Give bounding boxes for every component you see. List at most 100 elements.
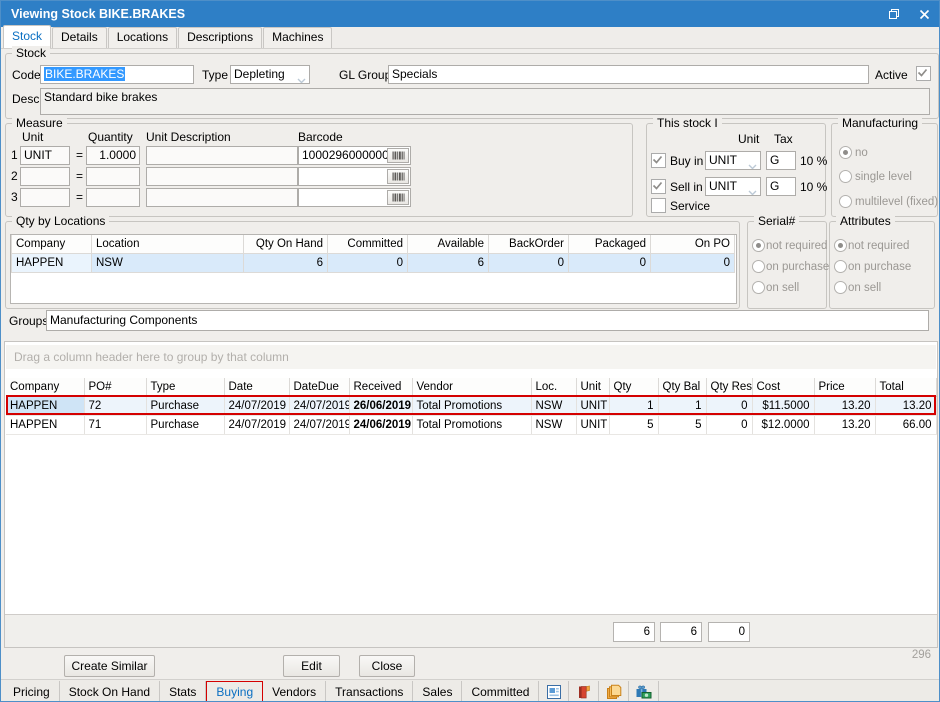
cell-qty[interactable]: 1 (609, 397, 658, 416)
cell-date[interactable]: 24/07/2019 (224, 416, 289, 435)
sell-tax-field[interactable]: G (766, 177, 796, 196)
cell-unit[interactable]: UNIT (576, 397, 609, 416)
cell-qty-bal[interactable]: 5 (658, 416, 706, 435)
cell-qty-res[interactable]: 0 (706, 416, 752, 435)
measure-unit-field-1[interactable]: UNIT (20, 146, 70, 165)
col-backorder[interactable]: BackOrder (489, 235, 569, 254)
type-dropdown[interactable]: Depleting (230, 65, 310, 84)
sell-in-checkbox[interactable] (651, 179, 666, 194)
col-vendor[interactable]: Vendor (412, 378, 531, 397)
groups-field[interactable]: Manufacturing Components (46, 310, 929, 331)
code-field[interactable]: BIKE.BRAKES (40, 65, 194, 84)
measure-qty-field-2[interactable] (86, 167, 140, 186)
cell-po[interactable]: 71 (84, 416, 146, 435)
manufacturing-radio-no[interactable] (839, 146, 852, 159)
cell-datedue[interactable]: 24/07/2019 (289, 416, 349, 435)
col-qty-on-hand[interactable]: Qty On Hand (244, 235, 328, 254)
tab-vendors[interactable]: Vendors (263, 681, 326, 702)
attributes-radio-on-purchase[interactable] (834, 260, 847, 273)
cell-on-po[interactable]: 0 (651, 254, 735, 273)
cell-type[interactable]: Purchase (146, 397, 224, 416)
cell-vendor[interactable]: Total Promotions (412, 416, 531, 435)
measure-unit-field-2[interactable] (20, 167, 70, 186)
cell-received[interactable]: 26/06/2019 (349, 397, 412, 416)
col-company[interactable]: Company (12, 235, 92, 254)
special-price-tab-button[interactable] (629, 681, 659, 702)
restore-button[interactable] (879, 1, 909, 27)
cell-qty[interactable]: 5 (609, 416, 658, 435)
cell-committed[interactable]: 0 (328, 254, 408, 273)
sell-unit-dropdown[interactable]: UNIT (705, 177, 761, 196)
close-button[interactable] (909, 1, 939, 27)
cell-location[interactable]: NSW (92, 254, 244, 273)
col-datedue[interactable]: DateDue (289, 378, 349, 397)
tab-details[interactable]: Details (52, 27, 107, 48)
barcode-button-1[interactable] (387, 148, 409, 163)
col-on-po[interactable]: On PO (651, 235, 735, 254)
col-price[interactable]: Price (814, 378, 875, 397)
col-packaged[interactable]: Packaged (569, 235, 651, 254)
col-unit[interactable]: Unit (576, 378, 609, 397)
measure-barcode-field-3[interactable] (298, 188, 411, 207)
desc-field[interactable]: Standard bike brakes (40, 88, 930, 115)
col-total[interactable]: Total (875, 378, 936, 397)
col-qty-res[interactable]: Qty Res (706, 378, 752, 397)
cell-loc[interactable]: NSW (531, 416, 576, 435)
col-company[interactable]: Company (6, 378, 84, 397)
cell-company[interactable]: HAPPEN (6, 397, 84, 416)
cell-company[interactable]: HAPPEN (12, 254, 92, 273)
col-date[interactable]: Date (224, 378, 289, 397)
cell-packaged[interactable]: 0 (569, 254, 651, 273)
tab-locations[interactable]: Locations (108, 27, 177, 48)
manufacturing-radio-multilevel[interactable] (839, 195, 852, 208)
cell-price[interactable]: 13.20 (814, 416, 875, 435)
col-received[interactable]: Received (349, 378, 412, 397)
buy-unit-dropdown[interactable]: UNIT (705, 151, 761, 170)
cell-cost[interactable]: $12.0000 (752, 416, 814, 435)
col-qty[interactable]: Qty (609, 378, 658, 397)
attributes-radio-on-sell[interactable] (834, 281, 847, 294)
copies-tab-button[interactable] (599, 681, 629, 702)
cell-total[interactable]: 66.00 (875, 416, 936, 435)
tab-pricing[interactable]: Pricing (4, 681, 60, 702)
create-similar-button[interactable]: Create Similar (64, 655, 155, 677)
measure-desc-field-1[interactable] (146, 146, 298, 165)
col-committed[interactable]: Committed (328, 235, 408, 254)
grid-row[interactable]: HAPPEN 71 Purchase 24/07/2019 24/07/2019… (6, 416, 936, 435)
service-checkbox[interactable] (651, 198, 666, 213)
measure-unit-field-3[interactable] (20, 188, 70, 207)
serial-radio-on-purchase[interactable] (752, 260, 765, 273)
col-location[interactable]: Location (92, 235, 244, 254)
barcode-button-2[interactable] (387, 169, 409, 184)
measure-qty-field-1[interactable]: 1.0000 (86, 146, 140, 165)
barcode-button-3[interactable] (387, 190, 409, 205)
col-loc[interactable]: Loc. (531, 378, 576, 397)
gl-group-field[interactable]: Specials (388, 65, 869, 84)
serial-radio-on-sell[interactable] (752, 281, 765, 294)
edit-button[interactable]: Edit (283, 655, 340, 677)
cell-backorder[interactable]: 0 (489, 254, 569, 273)
close-dialog-button[interactable]: Close (359, 655, 415, 677)
measure-desc-field-2[interactable] (146, 167, 298, 186)
tab-stock[interactable]: Stock (3, 25, 51, 48)
measure-barcode-field-1[interactable]: 1000296000000 (298, 146, 411, 165)
buy-tax-field[interactable]: G (766, 151, 796, 170)
tab-sales[interactable]: Sales (413, 681, 462, 702)
tab-committed[interactable]: Committed (462, 681, 539, 702)
cell-company[interactable]: HAPPEN (6, 416, 84, 435)
measure-barcode-field-2[interactable] (298, 167, 411, 186)
measure-desc-field-3[interactable] (146, 188, 298, 207)
measure-qty-field-3[interactable] (86, 188, 140, 207)
cell-po[interactable]: 72 (84, 397, 146, 416)
cell-type[interactable]: Purchase (146, 416, 224, 435)
cell-loc[interactable]: NSW (531, 397, 576, 416)
cell-price[interactable]: 13.20 (814, 397, 875, 416)
col-cost[interactable]: Cost (752, 378, 814, 397)
report-tab-button[interactable] (539, 681, 569, 702)
cell-total[interactable]: 13.20 (875, 397, 936, 416)
col-qty-bal[interactable]: Qty Bal (658, 378, 706, 397)
attributes-radio-not-required[interactable] (834, 239, 847, 252)
cell-datedue[interactable]: 24/07/2019 (289, 397, 349, 416)
buy-in-checkbox[interactable] (651, 153, 666, 168)
cell-available[interactable]: 6 (408, 254, 489, 273)
